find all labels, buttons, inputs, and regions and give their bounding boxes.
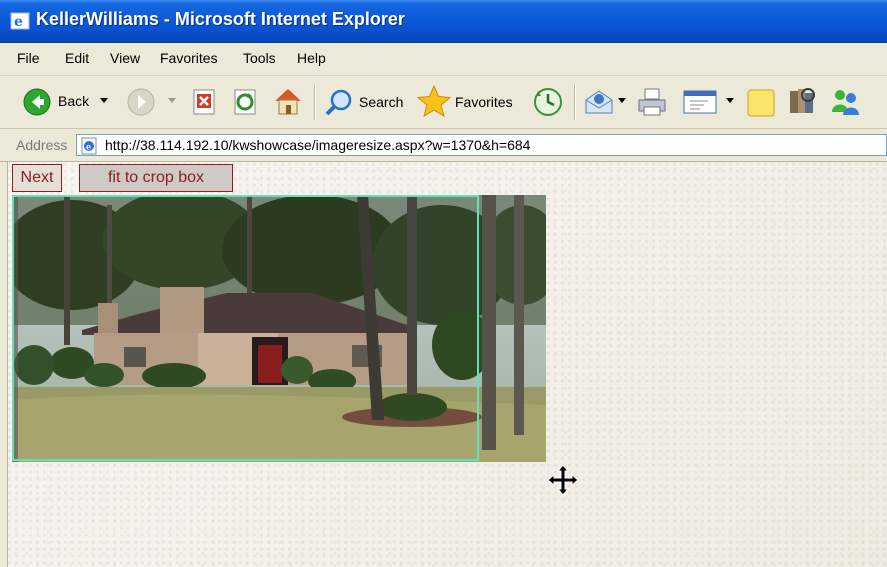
research-icon[interactable] [786, 85, 818, 117]
menu-bar: File Edit View Favorites Tools Help [0, 43, 887, 76]
browser-window: e KellerWilliams - Microsoft Internet Ex… [0, 0, 887, 567]
back-button[interactable]: Back [18, 87, 106, 117]
title-bar: e KellerWilliams - Microsoft Internet Ex… [0, 0, 887, 43]
stop-icon[interactable] [191, 88, 217, 116]
messenger-icon[interactable] [828, 86, 862, 118]
toolbar: Back Search Favorites [0, 76, 887, 129]
menu-help[interactable]: Help [297, 50, 326, 66]
back-arrow-icon [23, 88, 51, 116]
forward-dropdown[interactable] [168, 98, 176, 103]
history-icon[interactable] [532, 86, 564, 118]
svg-text:e: e [14, 14, 23, 30]
back-dropdown[interactable] [100, 98, 108, 103]
address-bar: Address e http://38.114.192.10/kwshowcas… [0, 129, 887, 162]
fit-to-crop-box-button[interactable]: fit to crop box [79, 164, 233, 192]
menu-view[interactable]: View [110, 50, 140, 66]
search-icon [325, 89, 352, 116]
address-label: Address [16, 137, 68, 153]
search-button[interactable]: Search [324, 86, 408, 118]
forward-arrow-icon[interactable] [126, 87, 156, 117]
favorites-star-icon [416, 84, 452, 118]
back-label: Back [58, 93, 90, 109]
toolbar-separator [574, 84, 576, 120]
move-cursor-icon [547, 464, 579, 496]
ie-logo-icon: e [10, 12, 30, 30]
mail-icon[interactable] [584, 88, 614, 116]
menu-edit[interactable]: Edit [65, 50, 89, 66]
address-input[interactable]: e http://38.114.192.10/kwshowcase/imager… [76, 134, 887, 156]
left-frame [0, 162, 8, 567]
toolbar-separator [314, 84, 316, 120]
window-title: KellerWilliams - Microsoft Internet Expl… [36, 9, 405, 29]
search-label: Search [359, 94, 404, 110]
notes-icon[interactable] [746, 88, 776, 118]
favorites-label: Favorites [455, 94, 513, 110]
menu-file[interactable]: File [17, 50, 40, 66]
page-icon: e [81, 137, 97, 155]
print-icon[interactable] [636, 86, 668, 118]
crop-box[interactable] [12, 195, 479, 461]
home-icon[interactable] [272, 86, 304, 116]
address-url: http://38.114.192.10/kwshowcase/imageres… [105, 137, 531, 153]
refresh-icon[interactable] [232, 88, 258, 116]
edit-icon[interactable] [682, 88, 718, 116]
svg-text:e: e [86, 142, 91, 152]
menu-favorites[interactable]: Favorites [160, 50, 218, 66]
mail-dropdown[interactable] [618, 98, 626, 103]
next-button[interactable]: Next [12, 164, 62, 192]
favorites-button[interactable]: Favorites [416, 84, 520, 118]
menu-tools[interactable]: Tools [243, 50, 276, 66]
edit-dropdown[interactable] [726, 98, 734, 103]
